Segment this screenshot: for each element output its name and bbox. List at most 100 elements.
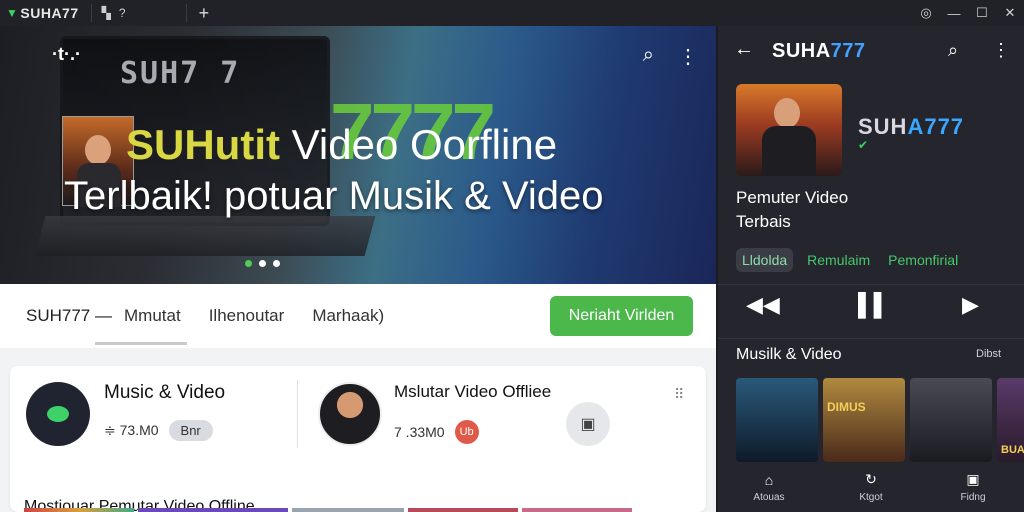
- thumbnail-strip: [24, 508, 134, 512]
- thumbnail-strip: [522, 508, 632, 512]
- card-divider: [297, 380, 298, 448]
- extension-icon[interactable]: ◎: [912, 5, 940, 21]
- nav-tabs: SUH777 — Mmutat Ilhenoutar Marhaak) Neri…: [0, 284, 716, 348]
- tab-brand[interactable]: SUH777 —: [26, 306, 112, 326]
- nav-home[interactable]: ⌂ Atouas: [739, 472, 799, 503]
- nav-label: Ktgot: [859, 492, 883, 503]
- hero-subheadline: Terlbaik! potuar Musik & Video: [64, 174, 604, 218]
- media-card: Music & Video ≑ 73.M0 Bnr Mslutar Video …: [10, 366, 706, 512]
- profile-icon: ▣: [966, 471, 980, 487]
- check-icon: ✔: [858, 138, 869, 152]
- player-panel: ← SUHA777 ⌕ ⋮ SUHA777 ✔ Pemuter Video Te…: [718, 26, 1024, 512]
- secondary-tab-label[interactable]: ?: [115, 6, 130, 20]
- thumbnail-face: [85, 135, 111, 165]
- item-title[interactable]: Music & Video: [104, 382, 225, 404]
- hero-headline: SUHutit Video Oorfline: [126, 121, 557, 169]
- chip-pemonfirial[interactable]: Pemonfirial: [884, 248, 962, 272]
- thumbnail-strip: [408, 508, 518, 512]
- bottom-nav: ⌂ Atouas ↻ Ktgot ▣ Fidng: [718, 462, 1024, 512]
- thumbnail-strip: [292, 508, 404, 512]
- app-logo-icon: ▼: [6, 6, 19, 20]
- playback-controls: ◀◀ ▌▌ ▶: [718, 288, 1024, 328]
- nav-refresh[interactable]: ↻ Ktgot: [841, 471, 901, 503]
- grid-handle-icon[interactable]: ⠿: [674, 386, 684, 403]
- item-meta-text: ≑ 73.M0: [104, 422, 159, 438]
- cta-button[interactable]: Neriaht Virlden: [550, 296, 693, 336]
- secondary-tab-icon[interactable]: ▚: [98, 6, 115, 20]
- track-title-line1: Pemuter Video: [736, 188, 849, 207]
- window-controls: ◎ — ☐ ✕: [912, 0, 1024, 26]
- divider: [718, 284, 1024, 285]
- video-tile[interactable]: [736, 378, 818, 462]
- hero-headline-brand: SUHutit: [126, 121, 280, 168]
- pause-icon[interactable]: ▌▌: [858, 292, 889, 318]
- nav-profile[interactable]: ▣ Fidng: [943, 471, 1003, 503]
- play-icon[interactable]: ▶: [962, 292, 979, 318]
- item-meta: ≑ 73.M0 Bnr: [104, 420, 213, 441]
- hero-banner[interactable]: SUH7 7 7777 SUHutit Video Oorfline Terlb…: [0, 26, 716, 284]
- home-icon: ⌂: [764, 471, 774, 488]
- carousel-dots: [245, 260, 280, 267]
- clipboard-icon: ▣: [580, 416, 596, 433]
- hero-monitor-text: SUH7 7: [120, 56, 241, 91]
- see-all-link[interactable]: Dibst: [976, 348, 1001, 360]
- rewind-icon[interactable]: ◀◀: [746, 292, 780, 318]
- artist-avatar[interactable]: [318, 382, 382, 446]
- more-vertical-icon[interactable]: ⋮: [992, 40, 1010, 61]
- album-art-body: [762, 126, 816, 176]
- maximize-button[interactable]: ☐: [968, 5, 996, 21]
- refresh-icon: ↻: [865, 471, 877, 487]
- music-avatar[interactable]: [26, 382, 90, 446]
- panel-title: SUHA777: [772, 40, 866, 62]
- tab-marhaak[interactable]: Marhaak): [312, 306, 384, 326]
- app-tab[interactable]: ▼ SUHA77: [0, 0, 85, 26]
- nav-label: Atouas: [753, 491, 785, 503]
- tile-label: BUAIRAN: [1001, 444, 1024, 456]
- active-tab-underline: [95, 342, 187, 345]
- nav-label: Fidng: [960, 492, 986, 503]
- chip-remulaim[interactable]: Remulaim: [803, 248, 874, 272]
- item-pill[interactable]: Bnr: [168, 420, 213, 441]
- more-vertical-icon[interactable]: ⋮: [678, 44, 698, 69]
- back-arrow-icon[interactable]: ←: [734, 38, 754, 61]
- item-badge[interactable]: Ub: [454, 420, 479, 444]
- clipboard-button[interactable]: ▣: [566, 402, 610, 446]
- tab-divider: [90, 4, 92, 22]
- video-tiles: DIMUS BUAIRAN: [736, 378, 1024, 462]
- hero-keyboard-image: [34, 216, 376, 256]
- thumbnail-strip: [138, 508, 288, 512]
- tab-divider: [185, 4, 187, 22]
- carousel-dot[interactable]: [245, 260, 252, 267]
- track-title-line2: Terbais: [736, 212, 791, 231]
- video-tile[interactable]: [910, 378, 992, 462]
- chip-lldolda[interactable]: Lldolda: [736, 248, 794, 272]
- filter-chips: Lldolda Remulaim Pemonfirial: [736, 248, 962, 272]
- item-meta-text: 7 .33M0: [394, 424, 445, 440]
- item-meta: 7 .33M0 Ub: [394, 420, 479, 444]
- carousel-dot[interactable]: [273, 260, 280, 267]
- search-icon[interactable]: ⌕: [948, 40, 958, 61]
- new-tab-button[interactable]: +: [193, 3, 216, 24]
- hero-toolbar: ⌕ ⋮: [643, 44, 698, 69]
- main-content: SUH7 7 7777 SUHutit Video Oorfline Terlb…: [0, 26, 716, 512]
- title-bar: ▼ SUHA77 ▚ ? + ◎ — ☐ ✕: [0, 0, 1024, 26]
- tab-ilhenoutar[interactable]: Ilhenoutar: [209, 306, 285, 326]
- item-title[interactable]: Mslutar Video Offliee: [394, 382, 551, 402]
- video-tile[interactable]: BUAIRAN: [997, 378, 1024, 462]
- tab-mmutat[interactable]: Mmutat: [124, 306, 181, 326]
- search-icon[interactable]: ⌕: [643, 44, 654, 69]
- tile-label: DIMUS: [827, 400, 866, 414]
- music-logo-icon: [47, 406, 69, 422]
- carousel-dot[interactable]: [259, 260, 266, 267]
- divider: [718, 338, 1024, 339]
- section-title: Musilk & Video: [736, 346, 842, 363]
- hero-headline-rest: Video Oorfline: [291, 121, 558, 168]
- hero-top-logo: ·t·.·: [52, 44, 81, 64]
- minimize-button[interactable]: —: [940, 6, 968, 21]
- album-art-face: [774, 98, 800, 128]
- album-art[interactable]: [736, 84, 842, 176]
- app-name: SUHA77: [20, 5, 79, 21]
- close-button[interactable]: ✕: [996, 5, 1024, 21]
- brand-logo: SUHA777: [858, 114, 965, 139]
- video-tile[interactable]: DIMUS: [823, 378, 905, 462]
